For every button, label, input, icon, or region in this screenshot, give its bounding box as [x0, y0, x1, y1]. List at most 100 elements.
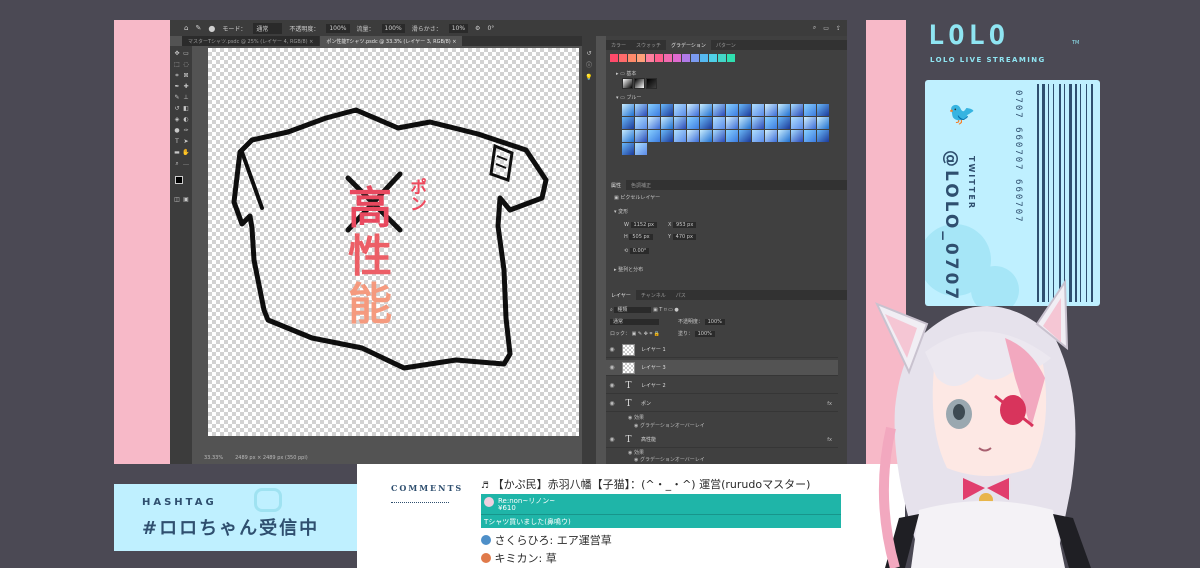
- recent-gradient-swatch[interactable]: [664, 54, 672, 62]
- shape-tool-icon[interactable]: ▬: [173, 149, 181, 156]
- gradient-tile[interactable]: [674, 130, 686, 142]
- eye-icon[interactable]: ◉: [606, 436, 618, 443]
- tab-properties[interactable]: 属性: [606, 180, 627, 190]
- gradient-tile[interactable]: [687, 130, 699, 142]
- path-select-icon[interactable]: ➤: [182, 138, 190, 145]
- brush-tool-icon[interactable]: ✎: [173, 94, 181, 101]
- recent-gradient-swatch[interactable]: [655, 54, 663, 62]
- layer-fill[interactable]: 塗り： 100%: [678, 330, 715, 337]
- gradient-tile[interactable]: [804, 117, 816, 129]
- gradient-tile[interactable]: [622, 143, 634, 155]
- gradient-tile[interactable]: [739, 104, 751, 116]
- gradient-tile[interactable]: [817, 130, 829, 142]
- move-tool-icon[interactable]: ✥: [173, 50, 181, 57]
- workspace-icon[interactable]: ▭: [823, 25, 829, 32]
- info-panel-icon[interactable]: ⓘ: [585, 62, 593, 69]
- transform-y[interactable]: Y 470 px: [668, 234, 696, 240]
- zoom-tool-icon[interactable]: ⌕: [173, 160, 181, 167]
- gradient-tile[interactable]: [648, 104, 660, 116]
- gradient-tile[interactable]: [648, 130, 660, 142]
- gradient-tile[interactable]: [700, 130, 712, 142]
- twitter-bird-icon[interactable]: 🐦: [948, 102, 975, 127]
- gradient-tile[interactable]: [713, 117, 725, 129]
- recent-gradient-swatch[interactable]: [637, 54, 645, 62]
- gradient-tile[interactable]: [713, 104, 725, 116]
- eye-icon[interactable]: ◉: [606, 382, 618, 389]
- gradient-tile[interactable]: [713, 130, 725, 142]
- gradient-tile[interactable]: [752, 130, 764, 142]
- recent-gradient-swatch[interactable]: [673, 54, 681, 62]
- fx-icon[interactable]: fx: [827, 401, 832, 407]
- gradient-tile[interactable]: [804, 130, 816, 142]
- gradient-tile[interactable]: [674, 117, 686, 129]
- gradient-tile[interactable]: [700, 117, 712, 129]
- gradient-tile[interactable]: [778, 104, 790, 116]
- tab-color[interactable]: カラー: [606, 40, 631, 50]
- gradient-tile[interactable]: [635, 130, 647, 142]
- pen-tool-icon[interactable]: ✑: [182, 127, 190, 134]
- gradient-tile[interactable]: [817, 117, 829, 129]
- gradient-tile[interactable]: [752, 104, 764, 116]
- crop-tool-icon[interactable]: ⌗: [173, 72, 181, 79]
- home-icon[interactable]: ⌂: [184, 24, 188, 32]
- blur-tool-icon[interactable]: ◐: [182, 116, 190, 123]
- gradient-tile[interactable]: [661, 130, 673, 142]
- gradient-tile[interactable]: [622, 130, 634, 142]
- bucket-tool-icon[interactable]: ◈: [173, 116, 181, 123]
- recent-gradient-swatch[interactable]: [700, 54, 708, 62]
- doc-tab-master[interactable]: マスターTシャツ.psdc @ 25% (レイヤー 4, RGB/8) ×: [182, 36, 320, 46]
- tab-swatches[interactable]: スウォッチ: [631, 40, 666, 50]
- gradient-tile[interactable]: [635, 104, 647, 116]
- layer-effect-item[interactable]: ◉ グラデーションオーバーレイ: [634, 456, 705, 463]
- artboard-tool-icon[interactable]: ▭: [182, 50, 190, 57]
- gradient-tile[interactable]: [687, 104, 699, 116]
- eyedropper-tool-icon[interactable]: ✒: [173, 83, 181, 90]
- frame-tool-icon[interactable]: ⊠: [182, 72, 190, 79]
- layer-row[interactable]: ◉ T レイヤー 2: [606, 378, 838, 394]
- recent-gradient-swatch[interactable]: [709, 54, 717, 62]
- gradient-tile[interactable]: [635, 117, 647, 129]
- gradient-tile[interactable]: [646, 78, 657, 89]
- screen-mode-icon[interactable]: ▣: [182, 196, 190, 203]
- transform-w[interactable]: W 1152 px: [624, 222, 657, 228]
- eye-icon[interactable]: ◉: [606, 364, 618, 371]
- recent-gradient-swatch[interactable]: [718, 54, 726, 62]
- lasso-tool-icon[interactable]: ◌: [182, 61, 190, 68]
- more-tools-icon[interactable]: …: [182, 160, 190, 167]
- stamp-tool-icon[interactable]: ⊥: [182, 94, 190, 101]
- layer-row[interactable]: ◉ T 高性能 fx: [606, 432, 838, 448]
- gradient-tile[interactable]: [778, 117, 790, 129]
- eye-icon[interactable]: ◉: [606, 346, 618, 353]
- hand-tool-icon[interactable]: ✋: [182, 149, 190, 156]
- share-icon[interactable]: ⇪: [836, 25, 841, 32]
- foreground-color-swatch[interactable]: [175, 176, 183, 184]
- gradient-tile[interactable]: [661, 104, 673, 116]
- gradient-tile[interactable]: [726, 104, 738, 116]
- tab-patterns[interactable]: パターン: [711, 40, 741, 50]
- transform-header[interactable]: ▾ 変形: [614, 208, 628, 215]
- flow-value[interactable]: 100%: [381, 23, 405, 33]
- transform-x[interactable]: X 953 px: [668, 222, 697, 228]
- recent-gradient-swatch[interactable]: [691, 54, 699, 62]
- gradient-tile[interactable]: [622, 104, 634, 116]
- dodge-tool-icon[interactable]: ●: [173, 127, 181, 134]
- document-canvas[interactable]: ポン 高 性 能: [208, 48, 579, 436]
- layer-effect-item[interactable]: ◉ グラデーションオーバーレイ: [634, 422, 705, 429]
- eraser-tool-icon[interactable]: ◧: [182, 105, 190, 112]
- gradient-group-blue[interactable]: ▾ ▭ ブルー: [616, 94, 641, 101]
- history-brush-icon[interactable]: ↺: [173, 105, 181, 112]
- brush-size-icon[interactable]: ●: [208, 24, 215, 33]
- gradient-tile[interactable]: [622, 78, 633, 89]
- gradient-tile[interactable]: [791, 117, 803, 129]
- learn-panel-icon[interactable]: 💡: [585, 74, 593, 81]
- mode-select[interactable]: 通常: [253, 22, 283, 34]
- zoom-level[interactable]: 33.33%: [204, 455, 223, 464]
- type-tool-icon[interactable]: T: [173, 138, 181, 145]
- recent-gradient-swatch[interactable]: [628, 54, 636, 62]
- layer-row[interactable]: ◉ T ポン fx: [606, 396, 838, 412]
- gradient-tile[interactable]: [817, 104, 829, 116]
- recent-gradient-swatch[interactable]: [682, 54, 690, 62]
- gradient-tile[interactable]: [739, 130, 751, 142]
- gradient-tile[interactable]: [804, 104, 816, 116]
- gradient-tile[interactable]: [791, 130, 803, 142]
